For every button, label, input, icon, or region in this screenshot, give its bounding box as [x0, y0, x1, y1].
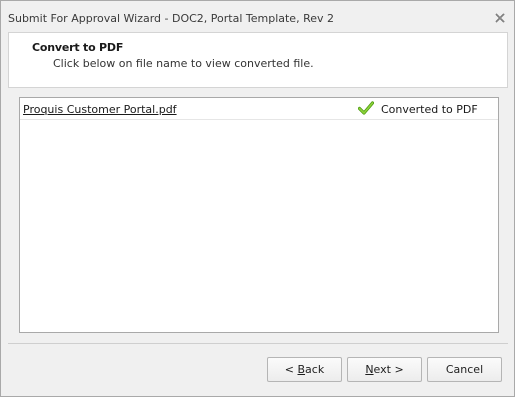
- wizard-window: Submit For Approval Wizard - DOC2, Porta…: [0, 0, 515, 397]
- window-title: Submit For Approval Wizard - DOC2, Porta…: [8, 12, 334, 25]
- list-item: Proquis Customer Portal.pdf Converted to…: [20, 98, 498, 120]
- step-subtitle: Click below on file name to view convert…: [53, 57, 314, 70]
- step-title: Convert to PDF: [32, 41, 124, 54]
- conversion-status: Converted to PDF: [381, 103, 478, 116]
- title-bar: Submit For Approval Wizard - DOC2, Porta…: [1, 1, 514, 31]
- next-button[interactable]: Next >: [347, 357, 422, 382]
- cancel-button[interactable]: Cancel: [427, 357, 502, 382]
- next-accelerator: N: [365, 363, 374, 376]
- checkmark-icon: [358, 101, 374, 115]
- converted-files-list: Proquis Customer Portal.pdf Converted to…: [19, 97, 499, 333]
- footer-divider: [8, 343, 508, 344]
- file-link[interactable]: Proquis Customer Portal.pdf: [23, 103, 177, 116]
- back-accelerator: B: [297, 363, 306, 376]
- back-button[interactable]: < Back: [267, 357, 342, 382]
- wizard-header: Convert to PDF Click below on file name …: [8, 32, 508, 88]
- close-icon[interactable]: [493, 11, 507, 25]
